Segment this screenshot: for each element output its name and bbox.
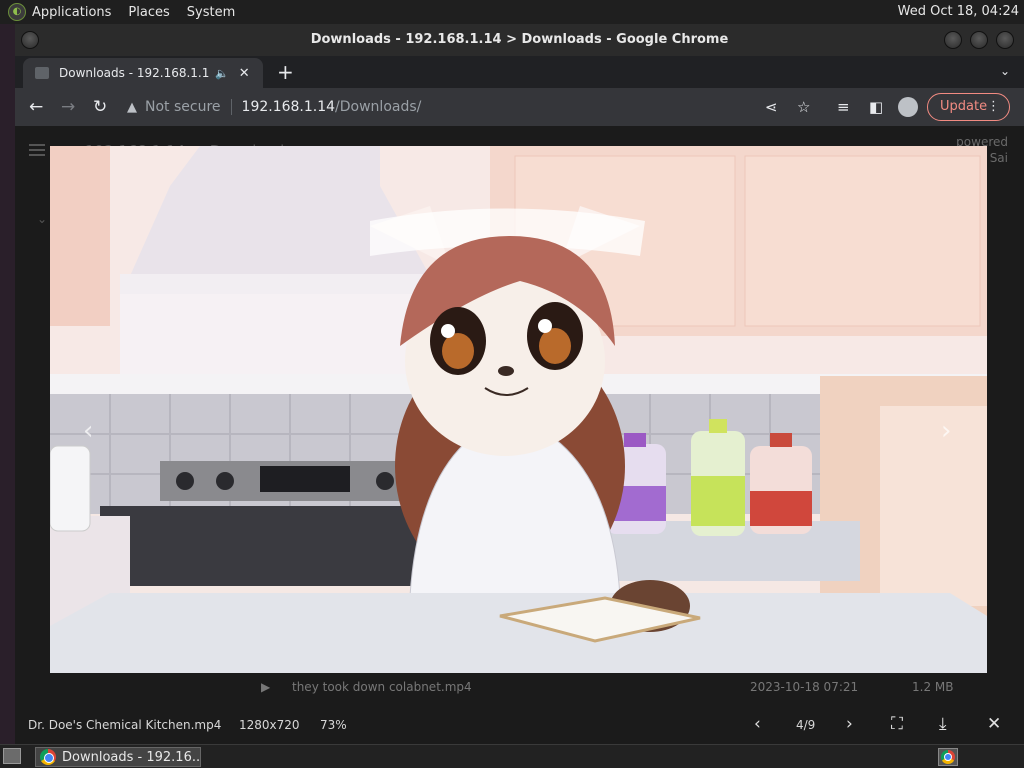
distro-logo-icon[interactable]: ◐ — [8, 3, 26, 21]
page-content: 192.168.1.14 — Downloads powered Sai ⌄ — [15, 126, 1024, 744]
taskbar: Downloads - 192.16... — [0, 744, 1024, 768]
side-panel-icon[interactable]: ◧ — [869, 98, 883, 116]
media-control-icon[interactable]: ≡ — [837, 98, 850, 116]
update-button[interactable]: Update ⋮ — [927, 93, 1010, 121]
window-titlebar[interactable]: Downloads - 192.168.1.14 > Downloads - G… — [15, 24, 1024, 56]
list-item[interactable]: ▶ they took down colabnet.mp4 2023-10-18… — [15, 678, 1024, 696]
download-icon[interactable]: ⤓ — [939, 714, 947, 734]
chrome-window: Downloads - 192.168.1.14 > Downloads - G… — [15, 24, 1024, 744]
address-bar[interactable]: ▲ Not secure 192.168.1.14/Downloads/ — [127, 92, 817, 122]
tab-search-chevron-icon[interactable]: ⌄ — [1000, 64, 1010, 78]
close-lightbox-icon[interactable]: ✕ — [987, 714, 1001, 734]
more-menu-icon[interactable]: ⋮ — [987, 94, 1000, 120]
tab-strip: Downloads - 192.168.1.14 🔈 ✕ + ⌄ — [15, 56, 1024, 88]
desktop-background — [0, 24, 15, 744]
back-button[interactable]: ← — [29, 97, 43, 117]
previous-image-arrow-icon[interactable]: ‹ — [83, 416, 93, 446]
chrome-icon — [40, 749, 56, 765]
show-desktop-icon[interactable] — [3, 748, 21, 764]
media-resolution: 1280x720 — [239, 718, 300, 732]
list-item-name[interactable]: they took down colabnet.mp4 — [292, 680, 472, 694]
tray-chrome-icon[interactable] — [938, 748, 958, 766]
lightbox-footer: Dr. Doe's Chemical Kitchen.mp4 1280x720 … — [15, 706, 1024, 744]
bookmark-star-icon[interactable]: ☆ — [797, 98, 810, 116]
share-icon[interactable]: ⋖ — [765, 98, 778, 116]
close-tab-icon[interactable]: ✕ — [239, 66, 250, 81]
maximize-button[interactable] — [970, 31, 988, 49]
next-button[interactable]: › — [846, 714, 853, 734]
omnibox-divider — [230, 99, 232, 115]
play-icon: ▶ — [261, 680, 271, 694]
new-tab-button[interactable]: + — [277, 60, 294, 84]
hamburger-menu-icon[interactable] — [29, 144, 45, 156]
media-zoom: 73% — [320, 718, 347, 732]
places-menu[interactable]: Places — [128, 5, 169, 20]
forward-button[interactable]: → — [61, 97, 75, 117]
media-filename: Dr. Doe's Chemical Kitchen.mp4 — [28, 718, 222, 732]
warning-icon[interactable]: ▲ — [127, 100, 137, 115]
media-counter: 4/9 — [796, 718, 816, 732]
top-panel: ◐ Applications Places System Wed Oct 18,… — [0, 0, 1024, 24]
list-item-size: 1.2 MB — [912, 680, 954, 694]
window-menu-button[interactable] — [21, 31, 39, 49]
kitchen-scene-image — [50, 146, 987, 673]
profile-avatar[interactable] — [898, 97, 918, 117]
taskbar-item-chrome[interactable]: Downloads - 192.16... — [35, 747, 201, 767]
next-image-arrow-icon[interactable]: › — [941, 416, 951, 446]
video-frame[interactable] — [50, 146, 987, 673]
applications-menu[interactable]: Applications — [32, 5, 111, 20]
fullscreen-icon[interactable]: ⛶ — [891, 714, 903, 734]
url-path[interactable]: /Downloads/ — [335, 99, 421, 115]
browser-toolbar: ← → ↻ ▲ Not secure 192.168.1.14/Download… — [15, 88, 1024, 126]
tab-downloads[interactable]: Downloads - 192.168.1.14 🔈 ✕ — [23, 58, 263, 88]
previous-button[interactable]: ‹ — [754, 714, 761, 734]
system-menu[interactable]: System — [187, 5, 235, 20]
minimize-button[interactable] — [944, 31, 962, 49]
taskbar-item-label: Downloads - 192.16... — [62, 749, 201, 765]
tab-title: Downloads - 192.168.1.14 — [59, 66, 209, 80]
folder-icon — [35, 67, 49, 79]
chevron-down-icon[interactable]: ⌄ — [37, 212, 47, 226]
chrome-icon — [941, 750, 955, 764]
update-label: Update — [940, 99, 988, 114]
close-window-button[interactable] — [996, 31, 1014, 49]
clock[interactable]: Wed Oct 18, 04:24 — [898, 4, 1019, 19]
list-item-date: 2023-10-18 07:21 — [750, 680, 859, 694]
url-host[interactable]: 192.168.1.14 — [242, 99, 336, 115]
speaker-icon[interactable]: 🔈 — [215, 67, 229, 80]
window-title: Downloads - 192.168.1.14 > Downloads - G… — [310, 32, 729, 47]
reload-button[interactable]: ↻ — [93, 97, 107, 117]
security-label[interactable]: Not secure — [145, 99, 221, 115]
